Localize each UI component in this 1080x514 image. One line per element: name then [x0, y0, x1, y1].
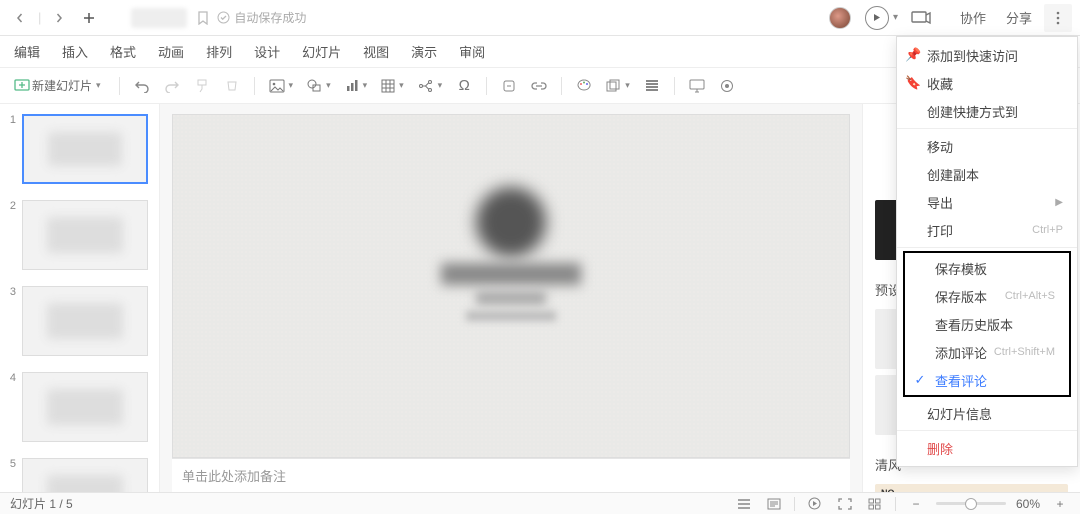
slide-thumbnail[interactable]	[22, 200, 148, 270]
zoom-slider[interactable]	[936, 502, 1006, 505]
align-button[interactable]	[734, 494, 754, 514]
slide-canvas[interactable]	[172, 114, 850, 458]
slide-counter: 幻灯片 1 / 5	[10, 495, 73, 512]
menu-separator	[897, 247, 1077, 248]
notes-input[interactable]: 单击此处添加备注	[172, 458, 850, 492]
notes-toggle[interactable]	[764, 494, 784, 514]
menu-view[interactable]: 视图	[363, 42, 389, 61]
highlighted-group: 保存模板 保存版本Ctrl+Alt+S 查看历史版本 添加评论Ctrl+Shif…	[903, 251, 1071, 397]
document-title[interactable]	[131, 8, 187, 28]
new-slide-icon	[14, 79, 30, 93]
slide-number: 5	[6, 458, 16, 470]
color-button[interactable]	[572, 74, 596, 98]
share-button[interactable]: 分享	[998, 4, 1040, 31]
menu-print[interactable]: 打印Ctrl+P	[897, 216, 1077, 244]
slide-content-placeholder	[411, 187, 611, 357]
add-tab-button[interactable]	[75, 4, 103, 32]
menu-present[interactable]: 演示	[411, 42, 437, 61]
more-dropdown-menu: 📌添加到快速访问 🔖收藏 创建快捷方式到 移动 创建副本 导出▶ 打印Ctrl+…	[896, 36, 1078, 467]
image-button[interactable]: ▾	[265, 74, 298, 98]
record-button[interactable]	[715, 74, 739, 98]
menu-review[interactable]: 审阅	[459, 42, 485, 61]
undo-button[interactable]	[130, 74, 154, 98]
new-slide-label: 新建幻灯片	[32, 77, 92, 94]
slide-number: 3	[6, 286, 16, 298]
menu-anim[interactable]: 动画	[158, 42, 184, 61]
projector-button[interactable]	[908, 7, 934, 29]
new-slide-button[interactable]: 新建幻灯片 ▾	[10, 74, 109, 98]
slide-number: 2	[6, 200, 16, 212]
separator: |	[38, 10, 41, 25]
bookmark-icon: 🔖	[905, 75, 919, 91]
user-avatar[interactable]	[829, 7, 851, 29]
menu-shortcut[interactable]: 创建快捷方式到	[897, 97, 1077, 125]
chart-button[interactable]: ▾	[341, 74, 372, 98]
menu-history[interactable]: 查看历史版本	[905, 310, 1069, 338]
table-button[interactable]: ▾	[377, 74, 408, 98]
menu-format[interactable]: 格式	[110, 42, 136, 61]
menu-separator	[897, 430, 1077, 431]
zoom-out-button[interactable]: −	[906, 494, 926, 514]
check-icon: ✓	[913, 372, 927, 388]
menu-add-comment[interactable]: 添加评论Ctrl+Shift+M	[905, 338, 1069, 366]
zoom-value: 60%	[1016, 497, 1040, 511]
mindmap-button[interactable]: ▾	[414, 74, 447, 98]
menu-slide-info[interactable]: 幻灯片信息	[897, 399, 1077, 427]
menu-move[interactable]: 移动	[897, 132, 1077, 160]
slide-number: 1	[6, 114, 16, 126]
menu-slides[interactable]: 幻灯片	[302, 42, 341, 61]
menu-arrange[interactable]: 排列	[206, 42, 232, 61]
present-button[interactable]	[865, 6, 889, 30]
menu-favorite[interactable]: 🔖收藏	[897, 69, 1077, 97]
check-circle-icon	[217, 11, 230, 24]
play-status-button[interactable]	[805, 494, 825, 514]
menu-export[interactable]: 导出▶	[897, 188, 1077, 216]
more-menu-button[interactable]	[1044, 4, 1072, 32]
back-button[interactable]	[8, 6, 32, 30]
shape-button[interactable]: ▾	[303, 74, 335, 98]
autosave-label: 自动保存成功	[234, 9, 306, 26]
menu-edit[interactable]: 编辑	[14, 42, 40, 61]
menu-duplicate[interactable]: 创建副本	[897, 160, 1077, 188]
theme-preview[interactable]: NO	[875, 484, 1068, 492]
duplicate-button[interactable]: ▾	[602, 74, 634, 98]
slide-thumbnail[interactable]	[22, 286, 148, 356]
pin-icon: 📌	[905, 47, 919, 63]
menu-save-version[interactable]: 保存版本Ctrl+Alt+S	[905, 282, 1069, 310]
collab-button[interactable]: 协作	[952, 4, 994, 31]
slide-thumbnail[interactable]	[22, 458, 148, 492]
menu-delete[interactable]: 删除	[897, 434, 1077, 462]
present-dropdown[interactable]: ▾	[893, 12, 898, 23]
menu-insert[interactable]: 插入	[62, 42, 88, 61]
forward-button[interactable]	[47, 6, 71, 30]
screen-button[interactable]	[685, 74, 709, 98]
slide-thumbnail[interactable]	[22, 372, 148, 442]
link-button[interactable]	[527, 74, 551, 98]
fit-button[interactable]	[835, 494, 855, 514]
chevron-down-icon: ▾	[96, 80, 101, 91]
redo-button[interactable]	[160, 74, 184, 98]
format-painter-button[interactable]	[190, 74, 214, 98]
zoom-in-button[interactable]: +	[1050, 494, 1070, 514]
slide-panel: 1 2 3 4 5	[0, 104, 160, 492]
slide-number: 4	[6, 372, 16, 384]
menu-save-template[interactable]: 保存模板	[905, 254, 1069, 282]
clear-format-button[interactable]	[220, 74, 244, 98]
grid-view-button[interactable]	[865, 494, 885, 514]
equation-button[interactable]: Ω	[452, 74, 476, 98]
menu-separator	[897, 128, 1077, 129]
menu-pin[interactable]: 📌添加到快速访问	[897, 41, 1077, 69]
chevron-right-icon: ▶	[1055, 197, 1063, 208]
grid-button[interactable]	[640, 74, 664, 98]
slide-thumbnail[interactable]	[22, 114, 148, 184]
status-bar: 幻灯片 1 / 5 − 60% +	[0, 492, 1080, 514]
attachment-button[interactable]	[497, 74, 521, 98]
bookmark-icon[interactable]	[197, 11, 209, 25]
autosave-status: 自动保存成功	[217, 9, 306, 26]
menu-view-comment[interactable]: ✓查看评论	[905, 366, 1069, 394]
menu-design[interactable]: 设计	[254, 42, 280, 61]
